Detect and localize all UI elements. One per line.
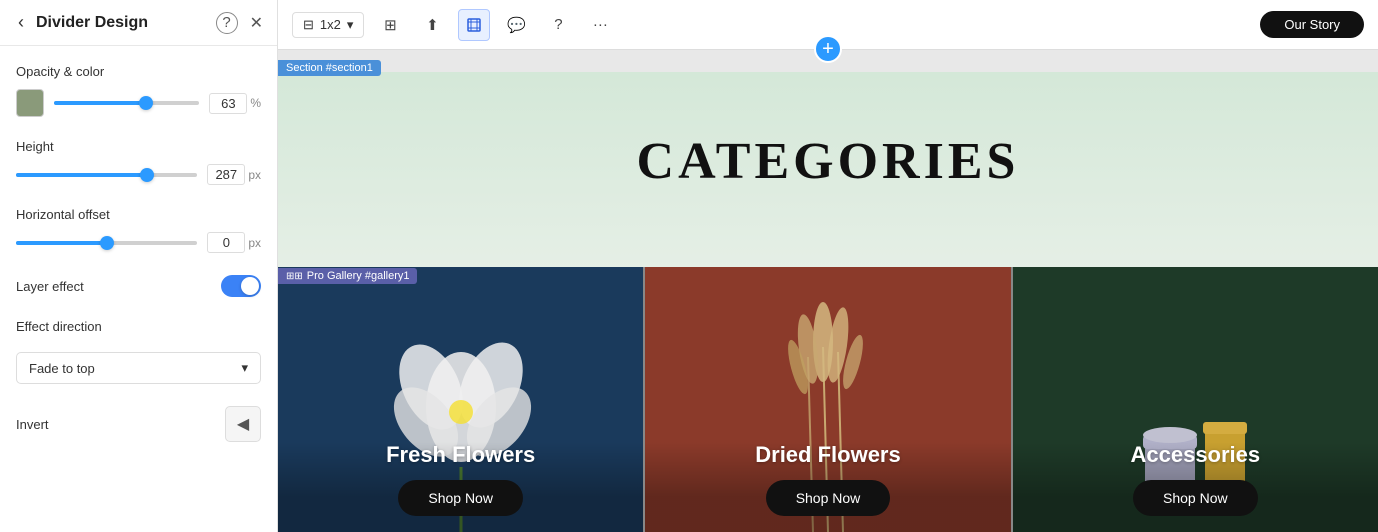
horizontal-offset-row: px bbox=[16, 232, 261, 253]
height-slider-track[interactable] bbox=[16, 173, 197, 177]
gallery-card-fresh: Fresh Flowers Shop Now bbox=[278, 267, 643, 532]
gallery-row: Fresh Flowers Shop Now bbox=[278, 267, 1378, 532]
opacity-slider-fill bbox=[54, 101, 146, 105]
layout-label: 1x2 bbox=[320, 17, 341, 32]
arrange-button[interactable]: ⬆ bbox=[416, 9, 448, 41]
story-label: Our Story bbox=[1284, 17, 1340, 32]
section-badge[interactable]: Section #section1 bbox=[278, 60, 381, 76]
accessories-card-title: Accessories bbox=[1130, 442, 1260, 468]
layout-chevron-icon: ▾ bbox=[347, 17, 354, 33]
opacity-color-row: % bbox=[16, 89, 261, 117]
height-slider-thumb[interactable] bbox=[140, 168, 154, 182]
height-input[interactable] bbox=[207, 164, 245, 185]
top-toolbar: ⊟ 1x2 ▾ ⊞ ⬆ 💬 ? ··· Our Story bbox=[278, 0, 1378, 50]
gallery-card-dried: Dried Flowers Shop Now bbox=[643, 267, 1010, 532]
chevron-down-icon: ▾ bbox=[241, 360, 248, 376]
opacity-slider-thumb[interactable] bbox=[139, 96, 153, 110]
canvas-area: ⊟ 1x2 ▾ ⊞ ⬆ 💬 ? ··· Our Story bbox=[278, 0, 1378, 532]
more-icon: ··· bbox=[593, 16, 608, 33]
add-icon: ⊞ bbox=[384, 16, 397, 34]
horizontal-offset-unit: px bbox=[248, 236, 261, 250]
gallery-grid-icon: ⊞⊞ bbox=[286, 271, 303, 282]
effect-direction-value: Fade to top bbox=[29, 361, 95, 376]
horizontal-offset-slider-fill bbox=[16, 241, 107, 245]
layer-effect-toggle[interactable] bbox=[221, 275, 261, 297]
layout-select[interactable]: ⊟ 1x2 ▾ bbox=[292, 12, 364, 38]
horizontal-offset-section: Horizontal offset px bbox=[16, 207, 261, 253]
fresh-shop-button[interactable]: Shop Now bbox=[398, 480, 523, 516]
comment-icon: 💬 bbox=[507, 16, 526, 34]
opacity-slider-track[interactable] bbox=[54, 101, 199, 105]
invert-icon: ◀ bbox=[237, 414, 249, 434]
comment-button[interactable]: 💬 bbox=[500, 9, 532, 41]
height-value-wrap: px bbox=[207, 164, 261, 185]
panel-body: Opacity & color % Height bbox=[0, 46, 277, 460]
effect-direction-section: Effect direction Fade to top ▾ bbox=[16, 319, 261, 384]
categories-title: CATEGORIES bbox=[637, 132, 1020, 191]
left-panel: ‹ Divider Design ? ✕ Opacity & color % bbox=[0, 0, 278, 532]
height-slider-fill bbox=[16, 173, 147, 177]
opacity-slider-wrap bbox=[54, 94, 199, 112]
invert-row: Invert ◀ bbox=[16, 406, 261, 442]
invert-label: Invert bbox=[16, 417, 49, 432]
toggle-switch-inner bbox=[241, 277, 259, 295]
effect-direction-dropdown[interactable]: Fade to top ▾ bbox=[16, 352, 261, 384]
horizontal-offset-label: Horizontal offset bbox=[16, 207, 261, 222]
layer-effect-row: Layer effect bbox=[16, 275, 261, 297]
panel-help-button[interactable]: ? bbox=[216, 12, 238, 34]
height-unit: px bbox=[248, 168, 261, 182]
help-icon: ? bbox=[554, 16, 562, 33]
layer-effect-label: Layer effect bbox=[16, 279, 84, 294]
opacity-unit: % bbox=[250, 96, 261, 110]
height-label: Height bbox=[16, 139, 261, 154]
accessories-card-overlay: Accessories Shop Now bbox=[1013, 442, 1378, 532]
invert-section: Invert ◀ bbox=[16, 406, 261, 442]
effect-direction-label: Effect direction bbox=[16, 319, 261, 334]
horizontal-offset-input[interactable] bbox=[207, 232, 245, 253]
opacity-color-label: Opacity & color bbox=[16, 64, 261, 79]
help-button[interactable]: ? bbox=[542, 9, 574, 41]
canvas-content: Section #section1 ⊞⊞ Pro Gallery #galler… bbox=[278, 50, 1378, 532]
dried-shop-button[interactable]: Shop Now bbox=[766, 480, 891, 516]
fresh-card-overlay: Fresh Flowers Shop Now bbox=[278, 442, 643, 532]
more-options-button[interactable]: ··· bbox=[584, 9, 616, 41]
section-badge-label: Section #section1 bbox=[286, 62, 373, 74]
layout-grid-icon: ⊟ bbox=[303, 17, 314, 33]
opacity-color-section: Opacity & color % bbox=[16, 64, 261, 117]
plus-icon: + bbox=[822, 38, 834, 61]
horizontal-offset-slider-track[interactable] bbox=[16, 241, 197, 245]
opacity-value-wrap: % bbox=[209, 93, 261, 114]
invert-button[interactable]: ◀ bbox=[225, 406, 261, 442]
horizontal-offset-slider-wrap bbox=[16, 234, 197, 252]
layer-effect-section: Layer effect bbox=[16, 275, 261, 297]
opacity-input[interactable] bbox=[209, 93, 247, 114]
crop-button[interactable] bbox=[458, 9, 490, 41]
dried-card-overlay: Dried Flowers Shop Now bbox=[645, 442, 1010, 532]
accessories-shop-button[interactable]: Shop Now bbox=[1133, 480, 1258, 516]
add-plus-button[interactable]: + bbox=[814, 35, 842, 63]
panel-header: ‹ Divider Design ? ✕ bbox=[0, 0, 277, 46]
fresh-card-title: Fresh Flowers bbox=[386, 442, 535, 468]
panel-title: Divider Design bbox=[36, 14, 208, 32]
color-swatch[interactable] bbox=[16, 89, 44, 117]
crop-icon bbox=[466, 17, 482, 33]
story-badge[interactable]: Our Story bbox=[1260, 11, 1364, 38]
arrange-icon: ⬆ bbox=[426, 16, 439, 34]
gallery-card-accessories: Accessories Shop Now bbox=[1011, 267, 1378, 532]
height-row: px bbox=[16, 164, 261, 185]
add-layout-button[interactable]: ⊞ bbox=[374, 9, 406, 41]
dried-card-title: Dried Flowers bbox=[755, 442, 900, 468]
panel-close-button[interactable]: ✕ bbox=[250, 13, 263, 33]
horizontal-offset-value-wrap: px bbox=[207, 232, 261, 253]
height-section: Height px bbox=[16, 139, 261, 185]
gallery-badge[interactable]: ⊞⊞ Pro Gallery #gallery1 bbox=[278, 268, 417, 284]
back-button[interactable]: ‹ bbox=[14, 10, 28, 35]
height-slider-wrap bbox=[16, 166, 197, 184]
gallery-badge-label: Pro Gallery #gallery1 bbox=[307, 270, 410, 282]
horizontal-offset-slider-thumb[interactable] bbox=[100, 236, 114, 250]
